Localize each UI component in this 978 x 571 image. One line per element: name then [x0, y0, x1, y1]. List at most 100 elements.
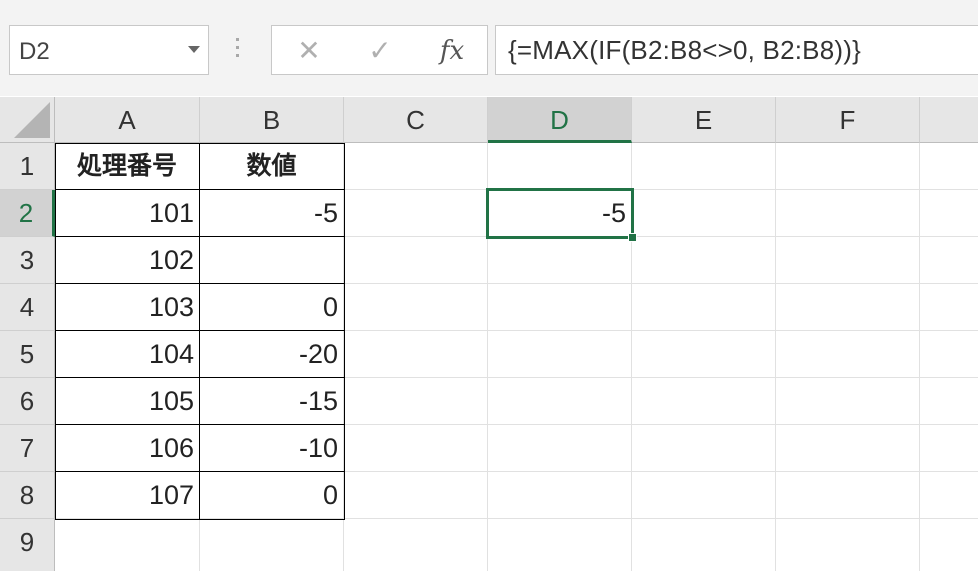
table-divider-row4	[55, 330, 345, 331]
column-header-b[interactable]: B	[200, 97, 344, 143]
cell-b4[interactable]: 0	[200, 284, 344, 331]
column-header-g-partial[interactable]	[920, 97, 978, 143]
cell-c1[interactable]	[344, 143, 488, 190]
cell-c3[interactable]	[344, 237, 488, 284]
cell-b5[interactable]: -20	[200, 331, 344, 378]
name-box[interactable]: D2	[9, 25, 209, 75]
cell-b1[interactable]: 数値	[200, 143, 344, 190]
table-divider-row2	[55, 236, 345, 237]
cell-a5[interactable]: 104	[55, 331, 200, 378]
column-header-d[interactable]: D	[488, 97, 632, 143]
cell-c4[interactable]	[344, 284, 488, 331]
cell-g7[interactable]	[920, 425, 978, 472]
cell-d6[interactable]	[488, 378, 632, 425]
row-header-2[interactable]: 2	[0, 190, 55, 237]
cell-a1[interactable]: 処理番号	[55, 143, 200, 190]
column-header-f[interactable]: F	[776, 97, 920, 143]
cell-d7[interactable]	[488, 425, 632, 472]
cell-d5[interactable]	[488, 331, 632, 378]
cell-e7[interactable]	[632, 425, 776, 472]
cell-f4[interactable]	[776, 284, 920, 331]
cell-e6[interactable]	[632, 378, 776, 425]
row-header-9[interactable]: 9	[0, 519, 55, 571]
cell-e3[interactable]	[632, 237, 776, 284]
cell-g2[interactable]	[920, 190, 978, 237]
insert-function-icon[interactable]: fx	[432, 35, 472, 67]
formula-bar-area: D2 ✕ ✓ fx {=MAX(IF(B2:B8<>0, B2:B8))}	[0, 0, 978, 96]
formula-buttons: ✕ ✓ fx	[271, 25, 488, 75]
cell-e4[interactable]	[632, 284, 776, 331]
cell-e5[interactable]	[632, 331, 776, 378]
name-box-value: D2	[19, 38, 50, 65]
cell-d4[interactable]	[488, 284, 632, 331]
cell-f6[interactable]	[776, 378, 920, 425]
row-header-8[interactable]: 8	[0, 472, 55, 519]
cell-g6[interactable]	[920, 378, 978, 425]
cell-b2[interactable]: -5	[200, 190, 344, 237]
cell-a3[interactable]: 102	[55, 237, 200, 284]
cell-f1[interactable]	[776, 143, 920, 190]
cell-b6[interactable]: -15	[200, 378, 344, 425]
cell-f9[interactable]	[776, 519, 920, 571]
table-divider-row3	[55, 283, 345, 284]
row-header-3[interactable]: 3	[0, 237, 55, 284]
cell-b8[interactable]: 0	[200, 472, 344, 519]
fill-handle[interactable]	[628, 233, 637, 242]
cell-a7[interactable]: 106	[55, 425, 200, 472]
row-header-6[interactable]: 6	[0, 378, 55, 425]
chevron-down-icon[interactable]	[188, 46, 200, 53]
cell-f7[interactable]	[776, 425, 920, 472]
formula-input[interactable]: {=MAX(IF(B2:B8<>0, B2:B8))}	[495, 25, 978, 75]
row-header-5[interactable]: 5	[0, 331, 55, 378]
table-divider-row5	[55, 377, 345, 378]
cell-f5[interactable]	[776, 331, 920, 378]
grip-dots-icon[interactable]	[235, 38, 241, 60]
select-all-button[interactable]	[0, 97, 55, 143]
cell-d1[interactable]	[488, 143, 632, 190]
cell-b9[interactable]	[200, 519, 344, 571]
cell-a6[interactable]: 105	[55, 378, 200, 425]
table-divider-row7	[55, 471, 345, 472]
cell-f2[interactable]	[776, 190, 920, 237]
column-header-e[interactable]: E	[632, 97, 776, 143]
cell-a9[interactable]	[55, 519, 200, 571]
row-header-1[interactable]: 1	[0, 143, 55, 190]
cell-d2[interactable]: -5	[488, 190, 632, 237]
table-divider-row6	[55, 424, 345, 425]
cell-a2[interactable]: 101	[55, 190, 200, 237]
cell-f8[interactable]	[776, 472, 920, 519]
column-header-c[interactable]: C	[344, 97, 488, 143]
cell-g1[interactable]	[920, 143, 978, 190]
column-header-a[interactable]: A	[55, 97, 200, 143]
select-all-triangle-icon	[14, 102, 50, 138]
cell-c9[interactable]	[344, 519, 488, 571]
cell-g9[interactable]	[920, 519, 978, 571]
row-header-4[interactable]: 4	[0, 284, 55, 331]
cell-c2[interactable]	[344, 190, 488, 237]
row-header-7[interactable]: 7	[0, 425, 55, 472]
cell-d9[interactable]	[488, 519, 632, 571]
cell-c6[interactable]	[344, 378, 488, 425]
cell-b3[interactable]	[200, 237, 344, 284]
cell-e2[interactable]	[632, 190, 776, 237]
cell-e1[interactable]	[632, 143, 776, 190]
cell-f3[interactable]	[776, 237, 920, 284]
cell-c7[interactable]	[344, 425, 488, 472]
cell-g4[interactable]	[920, 284, 978, 331]
cell-d3[interactable]	[488, 237, 632, 284]
cell-g8[interactable]	[920, 472, 978, 519]
cell-c8[interactable]	[344, 472, 488, 519]
cell-d8[interactable]	[488, 472, 632, 519]
enter-check-icon[interactable]: ✓	[360, 35, 400, 67]
cell-a8[interactable]: 107	[55, 472, 200, 519]
cell-e9[interactable]	[632, 519, 776, 571]
cell-b7[interactable]: -10	[200, 425, 344, 472]
cell-g5[interactable]	[920, 331, 978, 378]
table-divider-row1	[55, 189, 345, 190]
cell-a4[interactable]: 103	[55, 284, 200, 331]
cell-e8[interactable]	[632, 472, 776, 519]
formula-text: {=MAX(IF(B2:B8<>0, B2:B8))}	[508, 35, 861, 65]
cell-c5[interactable]	[344, 331, 488, 378]
cancel-icon[interactable]: ✕	[289, 35, 329, 67]
cell-g3[interactable]	[920, 237, 978, 284]
